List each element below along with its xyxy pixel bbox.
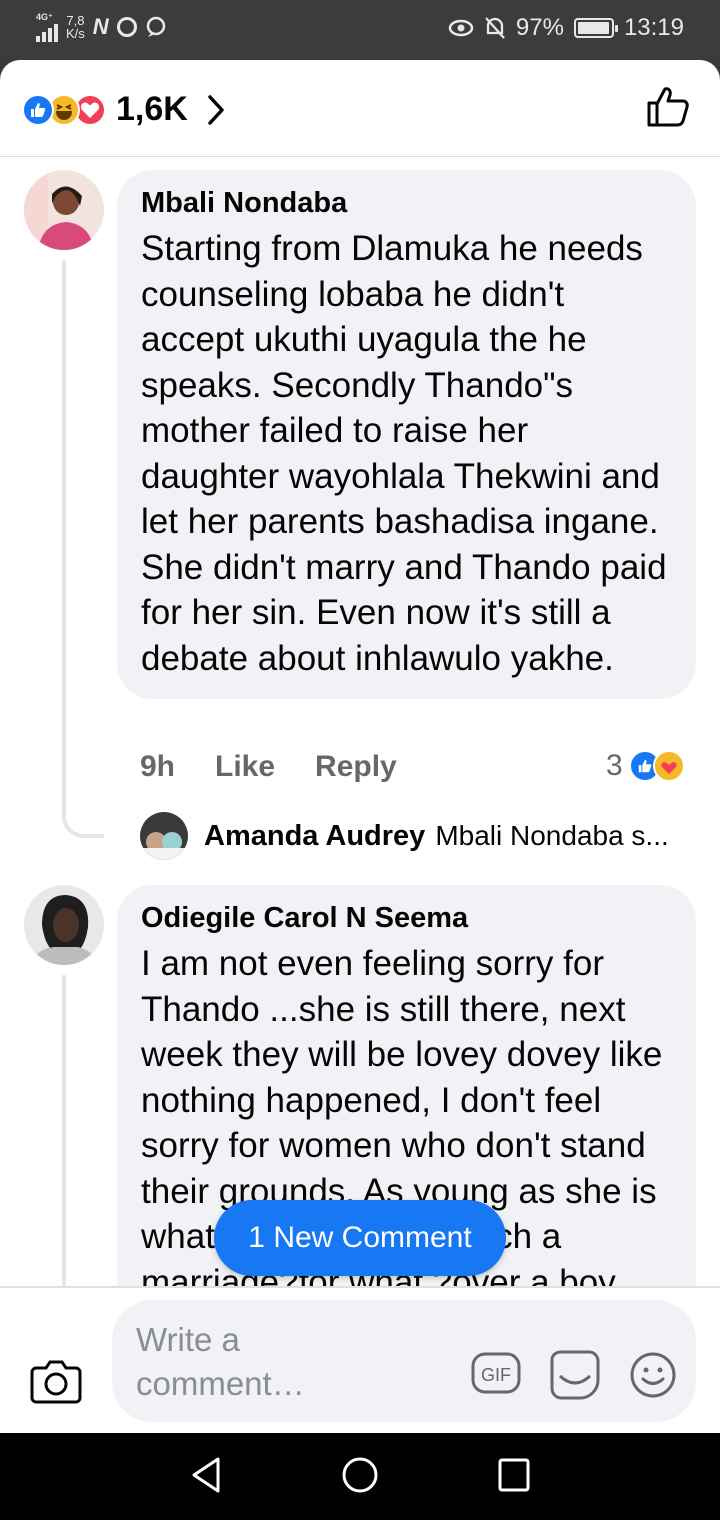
reply-button[interactable]: Reply bbox=[315, 750, 397, 784]
battery-icon bbox=[573, 18, 618, 38]
reactions-header: 1,6K bbox=[0, 60, 720, 157]
care-reaction-icon bbox=[652, 750, 685, 782]
data-speed-unit: K/s bbox=[66, 26, 85, 41]
eye-comfort-icon bbox=[448, 19, 474, 37]
battery-fill bbox=[577, 22, 609, 34]
camera-icon[interactable] bbox=[30, 1358, 82, 1404]
avatar[interactable] bbox=[24, 170, 104, 250]
signal-icon bbox=[36, 22, 58, 42]
comment-reactions[interactable]: 3 bbox=[606, 749, 685, 783]
network-indicator: 4G⁺ bbox=[36, 12, 58, 42]
sticker-icon[interactable] bbox=[548, 1350, 602, 1400]
comment-composer: Write a comment… GIF bbox=[0, 1286, 720, 1433]
emoji-icon[interactable] bbox=[628, 1350, 678, 1400]
comment-text: Starting from Dlamuka he needs counselin… bbox=[141, 229, 667, 678]
comment-input[interactable]: Write a comment… GIF bbox=[112, 1300, 696, 1422]
chevron-right-icon bbox=[208, 94, 224, 125]
comment-author[interactable]: Odiegile Carol N Seema bbox=[141, 901, 672, 935]
clock: 13:19 bbox=[623, 14, 684, 41]
status-left: 4G⁺ 7,8 K/s N bbox=[36, 12, 169, 42]
like-post-icon[interactable] bbox=[646, 86, 690, 128]
battery-percent: 97% bbox=[515, 14, 564, 41]
reactions-summary[interactable]: 1,6K bbox=[22, 90, 226, 129]
reply-author[interactable]: Amanda Audrey bbox=[204, 820, 425, 853]
network-type: 4G⁺ bbox=[36, 12, 53, 22]
data-speed: 7,8 K/s bbox=[66, 14, 85, 40]
status-bar: 4G⁺ 7,8 K/s N 97% 13:19 bbox=[0, 0, 720, 60]
circle-app-icon bbox=[116, 17, 137, 37]
comment-author[interactable]: Mbali Nondaba bbox=[141, 186, 672, 220]
svg-text:GIF: GIF bbox=[481, 1365, 511, 1385]
recents-icon[interactable] bbox=[496, 1455, 532, 1495]
comment-reaction-count: 3 bbox=[606, 749, 623, 782]
reply-preview-row[interactable]: Amanda Audrey Mbali Nondaba s... bbox=[140, 812, 669, 860]
avatar[interactable] bbox=[140, 812, 188, 860]
like-button[interactable]: Like bbox=[215, 750, 275, 784]
thread-line bbox=[62, 260, 66, 820]
comment-bubble[interactable]: Mbali Nondaba Starting from Dlamuka he n… bbox=[117, 170, 696, 699]
comment-actions: 9h Like Reply bbox=[140, 750, 437, 784]
mute-icon bbox=[485, 17, 505, 39]
home-icon[interactable] bbox=[340, 1455, 380, 1495]
chat-bubble-icon bbox=[146, 16, 165, 37]
avatar[interactable] bbox=[24, 885, 104, 965]
new-comments-button[interactable]: 1 New Comment bbox=[214, 1200, 506, 1276]
reaction-count: 1,6K bbox=[116, 90, 188, 128]
comments-sheet: 1,6K Mbali Nondaba Starting from Dlamuka… bbox=[0, 60, 720, 1433]
thread-connector bbox=[62, 800, 104, 838]
like-reaction-icon bbox=[22, 93, 54, 126]
comment-placeholder: Write a comment… bbox=[136, 1321, 305, 1402]
gif-icon[interactable]: GIF bbox=[470, 1350, 522, 1396]
system-nav-bar bbox=[0, 1433, 720, 1520]
reply-text-preview: Mbali Nondaba s... bbox=[435, 820, 669, 851]
comment-time: 9h bbox=[140, 750, 176, 783]
back-icon[interactable] bbox=[188, 1455, 224, 1495]
thread-line bbox=[62, 975, 66, 1295]
status-right: 97% 13:19 bbox=[448, 14, 684, 42]
nfc-icon: N bbox=[92, 14, 109, 39]
